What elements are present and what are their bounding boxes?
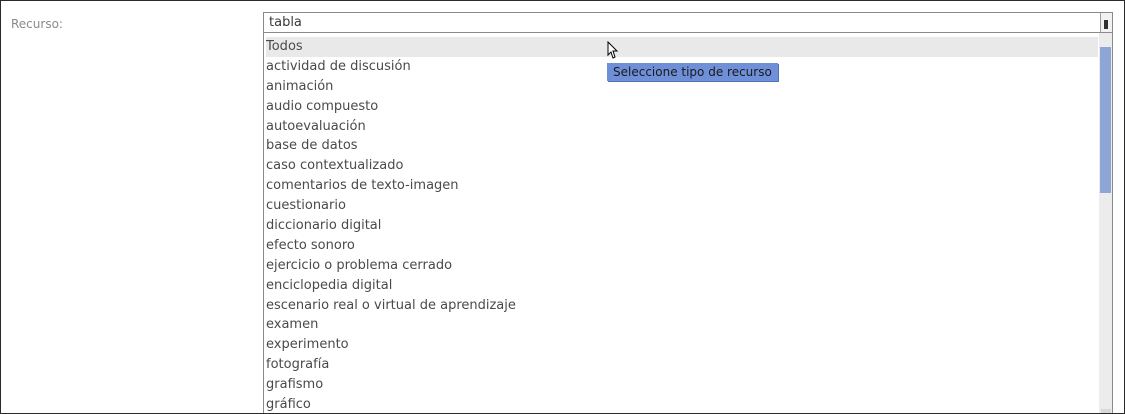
- scrollbar-end-cap[interactable]: [1101, 409, 1111, 413]
- resource-label: Recurso:: [11, 17, 63, 31]
- resource-options: Todos actividad de discusión animación a…: [266, 37, 1098, 413]
- resource-option[interactable]: gráfico: [266, 395, 1098, 413]
- resource-option[interactable]: audio compuesto: [266, 97, 1098, 117]
- resource-option[interactable]: grafismo: [266, 375, 1098, 395]
- scrollbar-thumb[interactable]: [1100, 47, 1111, 193]
- dropdown-arrow-icon[interactable]: [1100, 13, 1112, 32]
- resource-option[interactable]: autoevaluación: [266, 117, 1098, 137]
- resource-option[interactable]: examen: [266, 315, 1098, 335]
- resource-option[interactable]: experimento: [266, 335, 1098, 355]
- resource-select[interactable]: tabla: [263, 12, 1113, 33]
- resource-option[interactable]: caso contextualizado: [266, 156, 1098, 176]
- resource-option[interactable]: diccionario digital: [266, 216, 1098, 236]
- resource-filter-panel: Recurso: tabla Todos actividad de discus…: [0, 0, 1125, 414]
- resource-option[interactable]: efecto sonoro: [266, 236, 1098, 256]
- tooltip: Seleccione tipo de recurso: [607, 63, 778, 81]
- resource-selected-value: tabla: [269, 15, 302, 30]
- resource-option[interactable]: cuestionario: [266, 196, 1098, 216]
- dropdown-scrollbar[interactable]: [1099, 33, 1112, 413]
- resource-option[interactable]: escenario real o virtual de aprendizaje: [266, 296, 1098, 316]
- resource-option[interactable]: comentarios de texto-imagen: [266, 176, 1098, 196]
- resource-option[interactable]: enciclopedia digital: [266, 276, 1098, 296]
- mouse-pointer-icon: [607, 41, 619, 59]
- resource-option[interactable]: Todos: [266, 37, 1098, 57]
- resource-dropdown-list[interactable]: Todos actividad de discusión animación a…: [263, 33, 1113, 413]
- resource-option[interactable]: fotografía: [266, 355, 1098, 375]
- resource-option[interactable]: ejercicio o problema cerrado: [266, 256, 1098, 276]
- resource-option[interactable]: base de datos: [266, 136, 1098, 156]
